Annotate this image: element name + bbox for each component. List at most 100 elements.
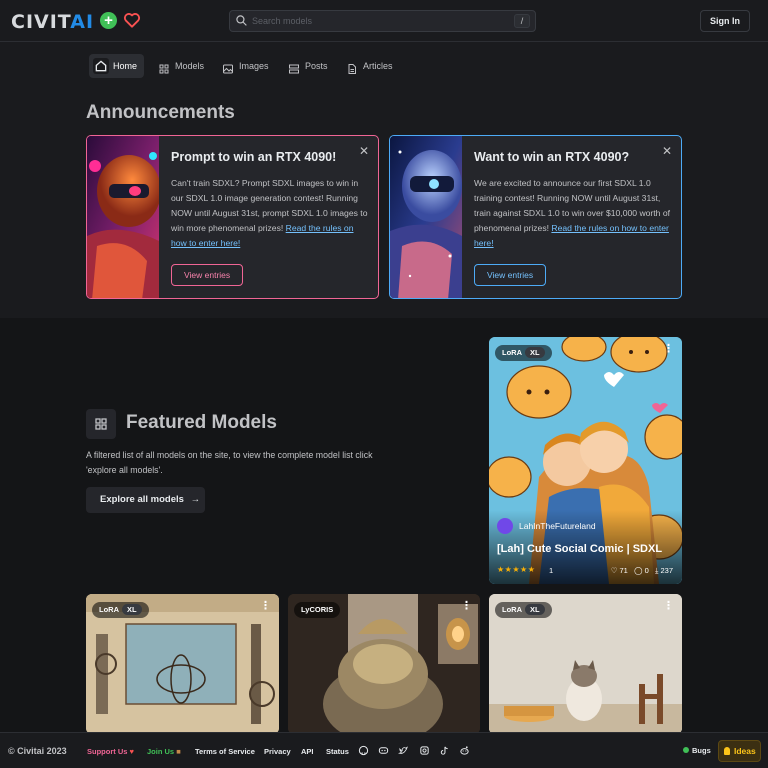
nav-models-label: Models — [175, 61, 205, 71]
announcements-title: Announcements — [86, 102, 235, 123]
avatar — [497, 518, 513, 534]
heart-icon: ♥ — [129, 747, 134, 756]
rating-stars: ★★★★★ — [497, 565, 536, 574]
download-icon: ⤓ — [655, 566, 659, 575]
nav-posts-label: Posts — [305, 61, 328, 71]
announcement-card-prompt: Prompt to win an RTX 4090! ✕ Can't train… — [86, 135, 379, 299]
file-text-icon — [346, 60, 358, 74]
model-type-badge: LoRA XL — [495, 345, 552, 361]
nav-images[interactable]: Images — [215, 54, 273, 78]
model-type-badge: LoRA XL — [92, 602, 149, 618]
join-us-label: Join Us — [147, 747, 175, 756]
likes-count: 71 — [619, 566, 628, 575]
comments-count: 0 — [644, 566, 649, 575]
sign-in-button[interactable]: Sign In — [700, 10, 750, 32]
arrow-right-icon: → — [190, 494, 201, 505]
status-link[interactable]: Status — [326, 747, 349, 756]
footer: © Civitai 2023 Support Us ♥ Join Us ■ Te… — [0, 732, 768, 768]
badge-type: LoRA — [502, 348, 522, 357]
nav-images-label: Images — [239, 61, 269, 71]
more-options-icon[interactable]: ⋮ — [260, 601, 271, 612]
create-plus-button[interactable]: + — [100, 12, 117, 29]
search-icon — [236, 15, 247, 26]
model-card-cat-painting[interactable]: LoRA XL ⋮ — [489, 594, 682, 734]
creator-name: LahInTheFutureland — [519, 521, 596, 531]
nav-articles[interactable]: Articles — [339, 54, 401, 78]
rating-count: 1 — [549, 566, 554, 575]
top-header: CIVITAI + Search models / Sign In — [0, 0, 768, 42]
support-us-link[interactable]: Support Us ♥ — [87, 747, 134, 756]
badge-base: XL — [525, 604, 545, 615]
badge-type: LoRA — [502, 605, 522, 614]
copyright: © Civitai 2023 — [8, 746, 67, 756]
reddit-icon[interactable] — [459, 745, 470, 756]
layout-icon — [288, 60, 300, 74]
explore-all-models-button[interactable]: Explore all models → — [86, 487, 205, 513]
twitter-icon[interactable] — [398, 745, 409, 756]
more-options-icon[interactable]: ⋮ — [461, 601, 472, 612]
api-link[interactable]: API — [301, 747, 314, 756]
nav-posts[interactable]: Posts — [281, 54, 331, 78]
badge-base: XL — [525, 347, 545, 358]
civitai-logo[interactable]: CIVITAI — [11, 11, 94, 33]
search-input[interactable]: Search models / — [229, 10, 536, 32]
featured-models-title: Featured Models — [126, 412, 277, 433]
instagram-icon[interactable] — [419, 745, 430, 756]
heart-icon: ♡ — [610, 566, 618, 575]
engagement-stats: ♡ 71 ◯ 0 ⤓ 237 — [611, 566, 673, 576]
heart-support-button[interactable] — [122, 10, 142, 30]
home-icon — [93, 58, 109, 74]
grid-icon — [158, 60, 170, 74]
bugs-button[interactable]: Bugs — [683, 746, 711, 755]
nav-models[interactable]: Models — [151, 54, 209, 78]
more-options-icon[interactable]: ⋮ — [663, 601, 674, 612]
discord-icon[interactable] — [378, 745, 389, 756]
model-type-badge: LyCORIS — [294, 602, 341, 618]
privacy-link[interactable]: Privacy — [264, 747, 291, 756]
tiktok-icon[interactable] — [439, 745, 450, 756]
github-icon[interactable] — [358, 745, 369, 756]
close-icon[interactable]: ✕ — [662, 144, 672, 158]
join-us-link[interactable]: Join Us ■ — [147, 747, 181, 756]
ideas-label: Ideas — [734, 746, 756, 756]
nav-home[interactable]: Home — [89, 54, 144, 78]
announcement-body: We are excited to announce our first SDX… — [474, 176, 674, 251]
logo-text-civit: CIVIT — [11, 11, 71, 33]
terms-link[interactable]: Terms of Service — [195, 747, 255, 756]
announcement-title: Want to win an RTX 4090? — [474, 150, 630, 164]
logo-text-ai: AI — [70, 11, 95, 33]
more-options-icon[interactable]: ⋮ — [663, 344, 674, 355]
model-card-lycoris[interactable]: LyCORIS ⋮ — [288, 594, 480, 734]
announcement-body: Can't train SDXL? Prompt SDXL images to … — [171, 176, 371, 251]
search-shortcut-key: / — [514, 14, 530, 28]
announcement-title: Prompt to win an RTX 4090! — [171, 150, 337, 164]
search-placeholder: Search models — [252, 16, 313, 26]
creator-link[interactable]: LahInTheFutureland — [497, 518, 596, 534]
heart-icon — [123, 13, 141, 28]
featured-grid-icon — [86, 409, 116, 439]
featured-description: A filtered list of all models on the sit… — [86, 450, 373, 475]
announcement-card-training: Want to win an RTX 4090? ✕ We are excite… — [389, 135, 682, 299]
downloads-count: 237 — [660, 566, 673, 575]
model-name: [Lah] Cute Social Comic | SDXL — [497, 543, 663, 555]
ideas-button[interactable]: Ideas — [718, 740, 761, 762]
robot-pink-image — [87, 136, 159, 298]
nav-articles-label: Articles — [363, 61, 393, 71]
bug-icon — [683, 747, 689, 753]
model-card-cute-social-comic[interactable]: LoRA XL ⋮ LahInTheFutureland [Lah] Cute S… — [489, 337, 682, 584]
model-type-badge: LoRA XL — [495, 602, 552, 618]
support-us-label: Support Us — [87, 747, 128, 756]
image-icon — [222, 60, 234, 74]
badge-base: XL — [122, 604, 142, 615]
comment-icon: ◯ — [634, 566, 643, 575]
bugs-label: Bugs — [692, 746, 711, 755]
briefcase-icon: ■ — [176, 747, 181, 756]
view-entries-button[interactable]: View entries — [474, 264, 547, 286]
view-entries-button[interactable]: View entries — [171, 264, 244, 286]
nav-home-label: Home — [113, 61, 138, 71]
explore-label: Explore all models — [100, 494, 184, 505]
model-stats: ★★★★★ 1 ♡ 71 ◯ 0 ⤓ 237 — [497, 565, 673, 577]
badge-type: LyCORIS — [301, 605, 334, 614]
model-card-alchemy[interactable]: LoRA XL ⋮ — [86, 594, 279, 734]
close-icon[interactable]: ✕ — [359, 144, 369, 158]
